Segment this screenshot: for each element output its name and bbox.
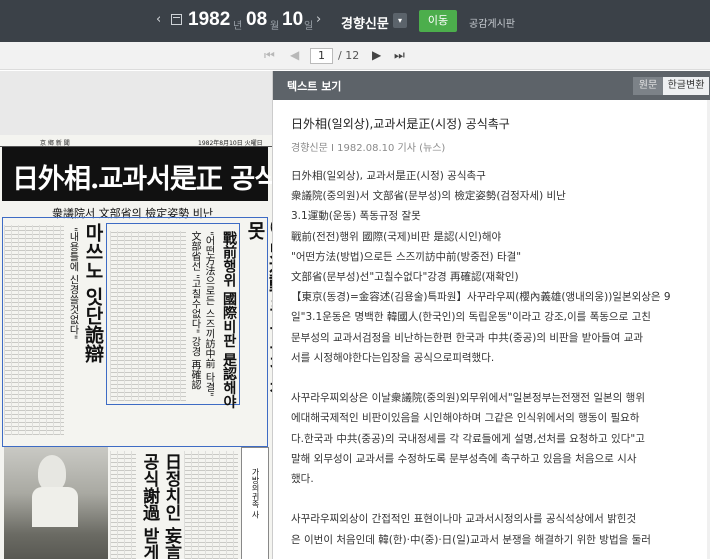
article-line: 일"3.1운동은 명백한 韓國人(한국인)의 독립운동"이라고 강조,이를 폭동… [291, 311, 651, 324]
year-unit: 년 [233, 21, 243, 32]
scan-col-right-2: 戰前행위 國際비판 是認해야 [221, 231, 237, 409]
first-page-icon[interactable]: ⏮ [264, 48, 275, 63]
month-unit: 월 [270, 21, 280, 32]
page-total: / 12 [338, 49, 360, 62]
article-line: 文部省(문부성)선"고칠수없다"강경 再確認(재확인) [291, 271, 519, 284]
article-line: "어떤方法(방법)으로든 스즈끼訪中前(방중전) 타결" [291, 250, 522, 263]
masthead: 京 鄕 新 聞 1982年8月10日 火曜日 [0, 137, 272, 147]
photo-figure-body [32, 487, 78, 527]
scan-col-bottom-2: 공식謝過 받게 [139, 453, 159, 559]
article-line: 3.1運動(운동) 폭동규정 잘못 [291, 210, 421, 223]
text-view-title: 텍스트 보기 [287, 80, 342, 93]
scan-col-left-2: "내용틀에 신경쓸것없다" [67, 227, 78, 340]
article-line: 은 이번이 처음인데 韓(한)·中(중)·日(일)교과서 분쟁을 해결하기 위한… [291, 533, 651, 546]
article-line: 日外相(일외상), 교과서是正(시정) 공식촉구 [291, 170, 486, 182]
scan-col-mid-2: 文部省선 "고칠수없다" 강경 再確認 [189, 231, 200, 390]
newspaper-select[interactable]: 경향신문 [341, 13, 389, 32]
scan-col-left-1: 마쓰노 잇단詭辯 [82, 223, 104, 363]
original-text-button[interactable]: 원문 [633, 77, 663, 95]
date-navigation-bar: ‹ 1982 년 08 월 10 일 › 경향신문 ▾ 이동 공감게시판 [0, 0, 710, 42]
day-value[interactable]: 10 [282, 9, 303, 31]
news-photo [4, 447, 108, 559]
last-page-icon[interactable]: ⏭ [394, 48, 405, 63]
article-line: 【東京(동경)=金容述(김용술)특파원】사꾸라우찌(櫻內義雄(앵내의웅))일본외… [291, 291, 671, 304]
text-view-panel: 텍스트 보기 원문 한글변환 日外相(일외상),교과서是正(시정) 공식촉구 경… [272, 71, 710, 559]
newspaper-scan-viewer[interactable]: 京 鄕 新 聞 1982年8月10日 火曜日 日外相.교과서是正 공식촉구 衆議… [0, 71, 272, 559]
newspaper-page-image[interactable]: 京 鄕 新 聞 1982年8月10日 火曜日 日外相.교과서是正 공식촉구 衆議… [0, 135, 272, 559]
photo-figure-head [38, 455, 66, 491]
prev-page-icon[interactable]: ◀ [290, 48, 299, 62]
article-line: 말해 외무성이 교과서를 수정하도록 문부성측에 촉구하고 있음을 처음으로 시… [291, 452, 637, 465]
scan-ad-text: 가방의귀족 사 [251, 468, 260, 519]
article-title: 日外相(일외상),교과서是正(시정) 공식촉구 [291, 117, 510, 131]
scan-headline: 日外相.교과서是正 공식촉구 [12, 164, 272, 195]
scan-ad: 가방의귀족 사 [241, 447, 269, 559]
chevron-down-icon[interactable]: ▾ [393, 13, 407, 28]
masthead-name: 京 鄕 新 聞 [40, 140, 70, 147]
board-link[interactable]: 공감게시판 [469, 15, 515, 30]
scan-text-block-left [4, 225, 64, 435]
hangul-convert-button[interactable]: 한글변환 [663, 77, 709, 95]
headline-box: 日外相.교과서是正 공식촉구 [2, 147, 272, 201]
day-unit: 일 [304, 21, 314, 32]
article-body: 日外相(일외상), 교과서是正(시정) 공식촉구 衆議院(중의원)서 文部省(문부… [291, 166, 705, 550]
text-view-header: 텍스트 보기 원문 한글변환 [273, 71, 710, 100]
calendar-icon[interactable] [171, 14, 182, 25]
go-button[interactable]: 이동 [419, 10, 457, 32]
article-line: 에대해국제적인 비판이있음을 시인해야하며 그같은 인식위에서의 행동이 필요하 [291, 412, 640, 425]
article-line: 했다. [291, 473, 314, 486]
article-line: 사꾸라우찌외상이 간접적인 표현이나마 교과서시정의사를 공식석상에서 밝힌것 [291, 513, 637, 526]
scan-text-block-bottom-right [184, 451, 238, 559]
month-value[interactable]: 08 [246, 9, 267, 31]
article-line: 衆議院(중의원)서 文部省(문부성)의 檢定姿勢(검정자세) 비난 [291, 190, 566, 203]
masthead-date: 1982年8月10日 火曜日 [198, 140, 263, 147]
prev-date-arrow[interactable]: ‹ [156, 12, 161, 27]
article-line: 문부성의 교과서검정을 비난하는한편 한국과 中共(중공)의 비판을 받아들여 … [291, 331, 644, 344]
next-date-arrow[interactable]: › [316, 12, 321, 27]
article-line: 사꾸라우찌외상은 이날衆議院(중의원)외무위에서"일본정부는전쟁전 일본의 행위 [291, 392, 645, 405]
article-line: 戰前(전전)행위 國際(국제)비판 是認(시인)해야 [291, 230, 502, 243]
scan-col-right-1: 3·1運動 폭동규정 잘못 [244, 221, 272, 400]
scan-text-block-bottom [110, 451, 136, 559]
year-value[interactable]: 1982 [188, 9, 230, 31]
scan-col-bottom-1: 日정치인 妄言 [161, 453, 181, 559]
article-line: 다.한국과 中共(중공)의 국내정세를 각 각료들에게 설명,선처를 요청하고 … [291, 432, 645, 445]
scan-col-mid-1: "어떤方法으로든 스즈끼訪中前 타결" [203, 231, 214, 397]
scan-text-block [110, 231, 186, 401]
next-page-icon[interactable]: ▶ [372, 48, 381, 62]
article-meta: 경향신문 I 1982.08.10 기사 (뉴스) [291, 143, 446, 154]
page-navigation-bar: ⏮ ◀ 1 / 12 ▶ ⏭ [0, 42, 710, 70]
article-line: 서를 시정해야한다는입장을 공식으로피력했다. [291, 351, 495, 364]
page-number-input[interactable]: 1 [310, 48, 333, 64]
